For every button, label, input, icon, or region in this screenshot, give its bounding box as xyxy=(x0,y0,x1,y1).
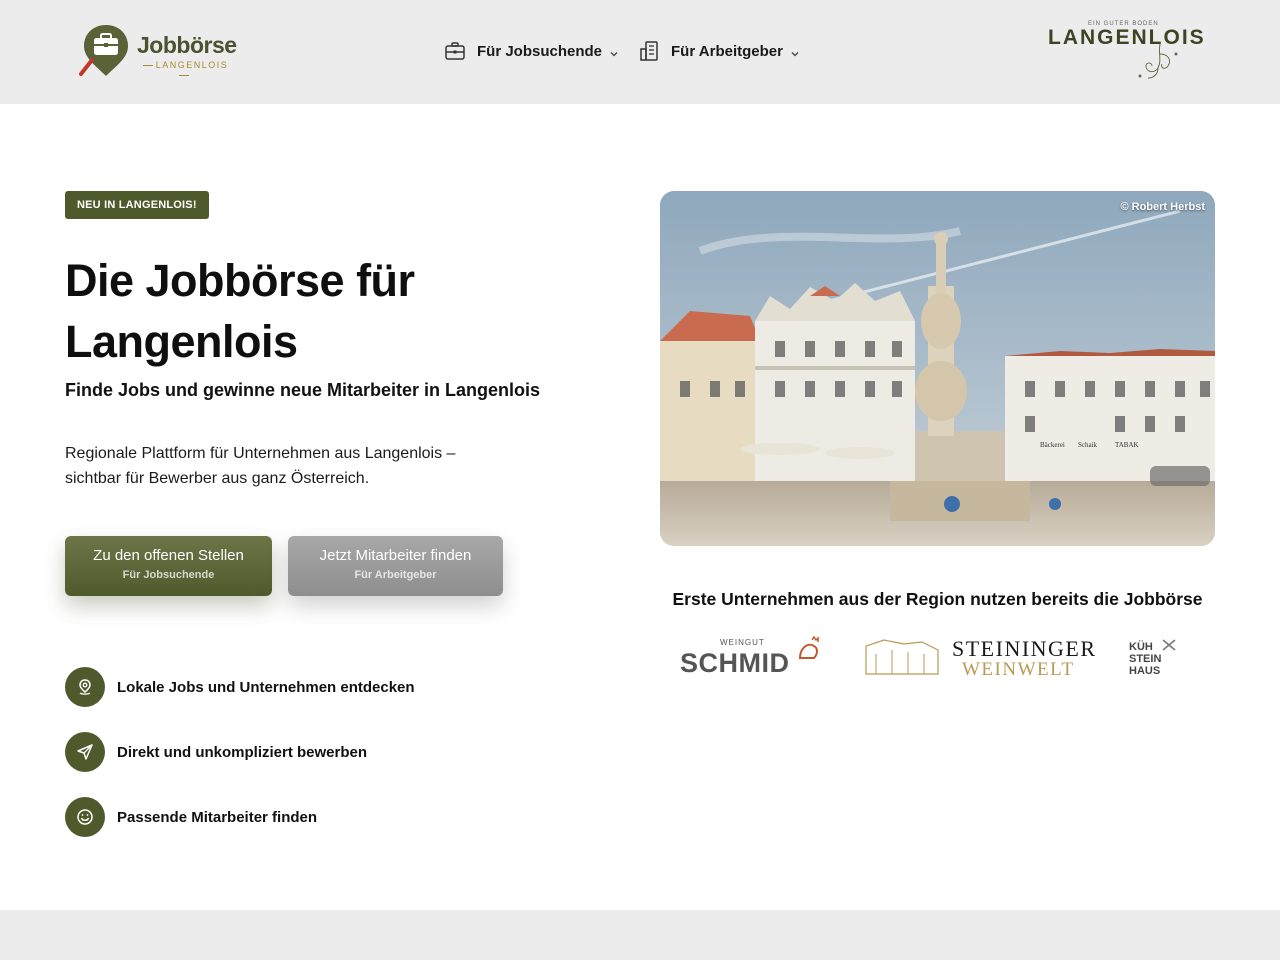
partner-logo-top: WEINGUT xyxy=(720,638,765,647)
feature-item: Passende Mitarbeiter finden xyxy=(65,797,317,837)
building-icon xyxy=(638,40,660,62)
site-header: Jobbörse LANGENLOIS Für Jobsuchende Für … xyxy=(0,0,1280,104)
footer-band xyxy=(0,910,1280,960)
partner-logo-kuehsteinhaus[interactable]: KÜH STEIN HAUS xyxy=(1128,632,1188,682)
logo-title: Jobbörse xyxy=(137,32,237,58)
photo-credit: © Robert Herbst xyxy=(1120,201,1205,213)
feature-text: Lokale Jobs und Unternehmen entdecken xyxy=(117,678,415,696)
partner-logo-line: STEIN xyxy=(1129,653,1162,665)
feature-text: Direkt und unkompliziert bewerben xyxy=(117,743,368,761)
page-title: Die Jobbörse für Langenlois xyxy=(65,255,415,367)
open-positions-button[interactable]: Zu den offenen Stellen Für Jobsuchende xyxy=(65,536,272,596)
page-subtitle: Finde Jobs und gewinne neue Mitarbeiter … xyxy=(65,380,541,400)
sign-baeckerei: Bäckerei xyxy=(1040,441,1065,449)
smiley-icon xyxy=(65,797,105,837)
nav-label: Für Arbeitgeber xyxy=(671,42,783,60)
button-sublabel: Für Jobsuchende xyxy=(122,569,215,581)
nav-label: Für Jobsuchende xyxy=(477,42,603,60)
sign-schaik: Schaik xyxy=(1078,441,1098,449)
find-employees-button[interactable]: Jetzt Mitarbeiter finden Für Arbeitgeber xyxy=(288,536,503,596)
location-pin-icon xyxy=(65,667,105,707)
button-sublabel: Für Arbeitgeber xyxy=(354,569,437,581)
logo-subtitle: LANGENLOIS xyxy=(137,60,231,80)
crossed-tools-icon xyxy=(1162,639,1176,651)
chevron-down-icon xyxy=(609,46,619,57)
langenlois-brand-logo[interactable]: EIN GUTER BODEN LANGENLOIS xyxy=(1046,18,1204,84)
hero-description: Regionale Plattform für Unternehmen aus … xyxy=(65,445,456,487)
vine-ornament-icon xyxy=(1138,44,1178,79)
button-label: Zu den offenen Stellen xyxy=(93,547,244,564)
sign-tabak: TABAK xyxy=(1115,441,1139,449)
partner-logo-schmid[interactable]: WEINGUT SCHMID xyxy=(678,632,826,682)
partners-title: Erste Unternehmen aus der Region nutzen … xyxy=(672,589,1203,609)
feature-text: Passende Mitarbeiter finden xyxy=(117,808,318,826)
partner-logo-name: SCHMID xyxy=(680,648,790,678)
briefcase-icon xyxy=(444,40,466,62)
partner-logo-line: KÜH xyxy=(1129,641,1153,653)
jobboerse-logo[interactable]: Jobbörse LANGENLOIS xyxy=(78,22,238,78)
partner-logo-steininger[interactable]: STEININGER WEINWELT xyxy=(864,632,1095,682)
nav-fuer-arbeitgeber[interactable]: Für Arbeitgeber xyxy=(638,38,800,64)
partner-logo-line: HAUS xyxy=(1129,665,1161,677)
new-badge: NEU IN LANGENLOIS! xyxy=(65,191,209,219)
building-outline-icon xyxy=(865,639,939,675)
hero-photo: Bäckerei Schaik TABAK © Robert Herbst xyxy=(660,191,1215,546)
button-label: Jetzt Mitarbeiter finden xyxy=(319,547,472,564)
rooster-icon xyxy=(798,636,819,659)
feature-item: Lokale Jobs und Unternehmen entdecken xyxy=(65,667,415,707)
paper-plane-icon xyxy=(65,732,105,772)
feature-item: Direkt und unkompliziert bewerben xyxy=(65,732,367,772)
logo-pin-icon xyxy=(79,25,128,76)
nav-fuer-jobsuchende[interactable]: Für Jobsuchende xyxy=(444,38,619,64)
chevron-down-icon xyxy=(790,46,800,57)
partner-logo-sub: WEINWELT xyxy=(962,659,1075,680)
